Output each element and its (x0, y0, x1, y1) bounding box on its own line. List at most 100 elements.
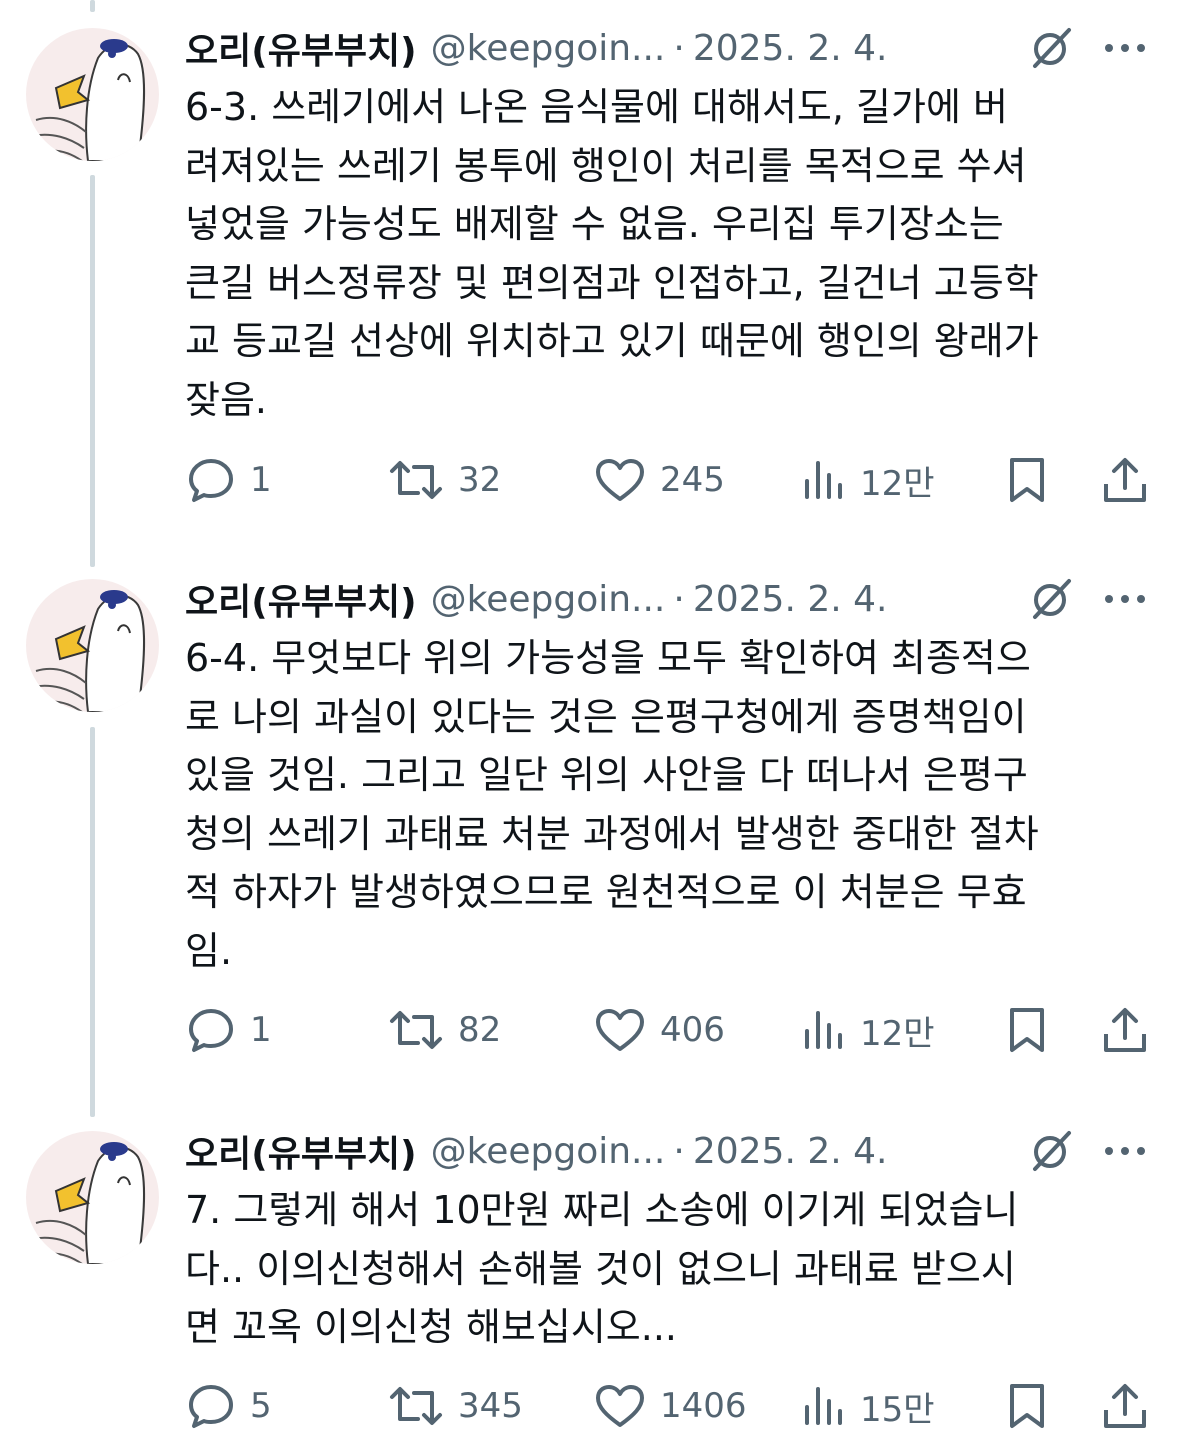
tweet-text-line: 다.. 이의신청해서 손해볼 것이 없으니 과태료 받으시 (185, 1246, 1016, 1291)
author-handle[interactable]: @keepgoin... (431, 579, 666, 620)
separator-dot: · (673, 1130, 685, 1172)
three-dots-icon[interactable] (1103, 1141, 1147, 1161)
tweet-header: 오리(유부부치) @keepgoin... · 2025. 2. 4. (185, 1123, 1155, 1179)
post-date[interactable]: 2025. 2. 4. (693, 579, 888, 620)
action-bar: 1 32 245 12만 (0, 450, 1179, 510)
thread-connector-line (90, 0, 95, 12)
duck-avatar-icon (31, 1142, 146, 1264)
heart-icon (596, 1009, 644, 1051)
grok-slash-circle-icon[interactable] (1027, 1127, 1075, 1175)
tweet[interactable]: 오리(유부부치) @keepgoin... · 2025. 2. 4. 6-4.… (0, 571, 1179, 1091)
bookmark-icon (1010, 458, 1044, 502)
views-button[interactable]: 12만 (802, 1000, 935, 1060)
tweet-text-line: 큰길 버스정류장 및 편의점과 인접하고, 길건너 고등학 (185, 260, 1039, 305)
tweet-header: 오리(유부부치) @keepgoin... · 2025. 2. 4. (185, 571, 1155, 627)
heart-icon (596, 1385, 644, 1427)
three-dots-icon[interactable] (1103, 38, 1147, 58)
reply-button[interactable]: 5 (186, 1376, 272, 1436)
tweet-text-line: 려져있는 쓰레기 봉투에 행인이 처리를 목적으로 쑤셔 (185, 143, 1027, 188)
bookmark-button[interactable] (1006, 1000, 1048, 1060)
tweet-text-line: 7. 그렇게 해서 10만원 짜리 소송에 이기게 되었습니 (185, 1188, 1019, 1232)
view-count: 15만 (860, 1389, 935, 1430)
speech-bubble-icon (189, 1009, 233, 1052)
tweet-text-line: 6-3. 쓰레기에서 나온 음식물에 대해서도, 길가에 버 (185, 85, 1008, 129)
like-count: 406 (660, 1010, 725, 1050)
share-upload-icon (1104, 1384, 1146, 1428)
repost-arrows-icon (390, 461, 442, 499)
view-count: 12만 (860, 1013, 935, 1054)
duck-avatar-icon (31, 39, 146, 161)
three-dots-icon[interactable] (1103, 589, 1147, 609)
author-name[interactable]: 오리(유부부치) (185, 573, 417, 625)
tweet-text-line: 적 하자가 발생하였으므로 원천적으로 이 처분은 무효 (185, 870, 1027, 914)
speech-bubble-icon (189, 459, 233, 502)
action-bar: 1 82 406 12만 (0, 1000, 1179, 1060)
action-bar: 5 345 1406 15만 (0, 1376, 1179, 1436)
duck-avatar-icon (31, 590, 146, 712)
tweet[interactable]: 오리(유부부치) @keepgoin... · 2025. 2. 4. 6-3.… (0, 20, 1179, 540)
tweet-text-line: 6-4. 무엇보다 위의 가능성을 모두 확인하여 최종적으 (185, 636, 1031, 680)
author-name[interactable]: 오리(유부부치) (185, 1125, 417, 1177)
author-handle[interactable]: @keepgoin... (431, 1131, 666, 1172)
like-button[interactable]: 406 (594, 1000, 725, 1060)
repost-arrows-icon (390, 1387, 442, 1425)
tweet-header: 오리(유부부치) @keepgoin... · 2025. 2. 4. (185, 20, 1155, 76)
heart-icon (596, 459, 644, 501)
grok-slash-circle-icon[interactable] (1027, 24, 1075, 72)
post-date[interactable]: 2025. 2. 4. (693, 1131, 888, 1172)
tweet-text: 6-4. 무엇보다 위의 가능성을 모두 확인하여 최종적으 로 나의 과실이 … (185, 629, 1145, 980)
bookmark-icon (1010, 1008, 1044, 1052)
view-count: 12만 (860, 463, 935, 504)
tweet-text-line: 청의 쓰레기 과태료 처분 과정에서 발생한 중대한 절차 (185, 811, 1039, 856)
like-count: 1406 (660, 1386, 747, 1426)
tweet-text: 7. 그렇게 해서 10만원 짜리 소송에 이기게 되었습니 다.. 이의신청해… (185, 1181, 1145, 1357)
views-button[interactable]: 12만 (802, 450, 935, 510)
author-name[interactable]: 오리(유부부치) (185, 22, 417, 74)
speech-bubble-icon (189, 1385, 233, 1428)
tweet-text-line: 있을 것임. 그리고 일단 위의 사안을 다 떠나서 은평구 (185, 753, 1028, 797)
reply-button[interactable]: 1 (186, 1000, 272, 1060)
share-button[interactable] (1102, 1376, 1148, 1436)
bar-chart-icon (805, 1011, 842, 1049)
avatar[interactable] (26, 28, 159, 161)
share-button[interactable] (1102, 450, 1148, 510)
tweet-text-line: 잦음. (185, 377, 267, 422)
tweet-text-line: 넣었을 가능성도 배제할 수 없음. 우리집 투기장소는 (185, 202, 1004, 246)
tweet-text-line: 임. (185, 928, 233, 973)
views-button[interactable]: 15만 (802, 1376, 935, 1436)
repost-count: 345 (458, 1386, 523, 1426)
bar-chart-icon (805, 1387, 842, 1425)
separator-dot: · (673, 27, 685, 69)
repost-count: 82 (458, 1010, 502, 1050)
avatar[interactable] (26, 1131, 159, 1264)
tweet[interactable]: 오리(유부부치) @keepgoin... · 2025. 2. 4. 7. 그… (0, 1123, 1179, 1443)
tweet-text: 6-3. 쓰레기에서 나온 음식물에 대해서도, 길가에 버 려져있는 쓰레기 … (185, 78, 1145, 429)
separator-dot: · (673, 578, 685, 620)
avatar[interactable] (26, 579, 159, 712)
bar-chart-icon (805, 461, 842, 499)
bookmark-button[interactable] (1006, 1376, 1048, 1436)
repost-arrows-icon (390, 1011, 442, 1049)
bookmark-button[interactable] (1006, 450, 1048, 510)
reply-count: 5 (250, 1386, 272, 1426)
reply-count: 1 (250, 460, 272, 500)
bookmark-icon (1010, 1384, 1044, 1428)
repost-button[interactable]: 32 (388, 450, 501, 510)
post-date[interactable]: 2025. 2. 4. (693, 28, 888, 69)
share-button[interactable] (1102, 1000, 1148, 1060)
tweet-text-line: 로 나의 과실이 있다는 것은 은평구청에게 증명책임이 (185, 694, 1027, 739)
share-upload-icon (1104, 1008, 1146, 1052)
repost-button[interactable]: 345 (388, 1376, 523, 1436)
tweet-text-line: 면 꼬옥 이의신청 해보십시오... (185, 1305, 677, 1349)
share-upload-icon (1104, 458, 1146, 502)
reply-button[interactable]: 1 (186, 450, 272, 510)
like-button[interactable]: 245 (594, 450, 725, 510)
reply-count: 1 (250, 1010, 272, 1050)
repost-count: 32 (458, 460, 502, 500)
grok-slash-circle-icon[interactable] (1027, 575, 1075, 623)
like-button[interactable]: 1406 (594, 1376, 747, 1436)
like-count: 245 (660, 460, 725, 500)
tweet-text-line: 교 등교길 선상에 위치하고 있기 때문에 행인의 왕래가 (185, 319, 1039, 363)
author-handle[interactable]: @keepgoin... (431, 28, 666, 69)
repost-button[interactable]: 82 (388, 1000, 501, 1060)
